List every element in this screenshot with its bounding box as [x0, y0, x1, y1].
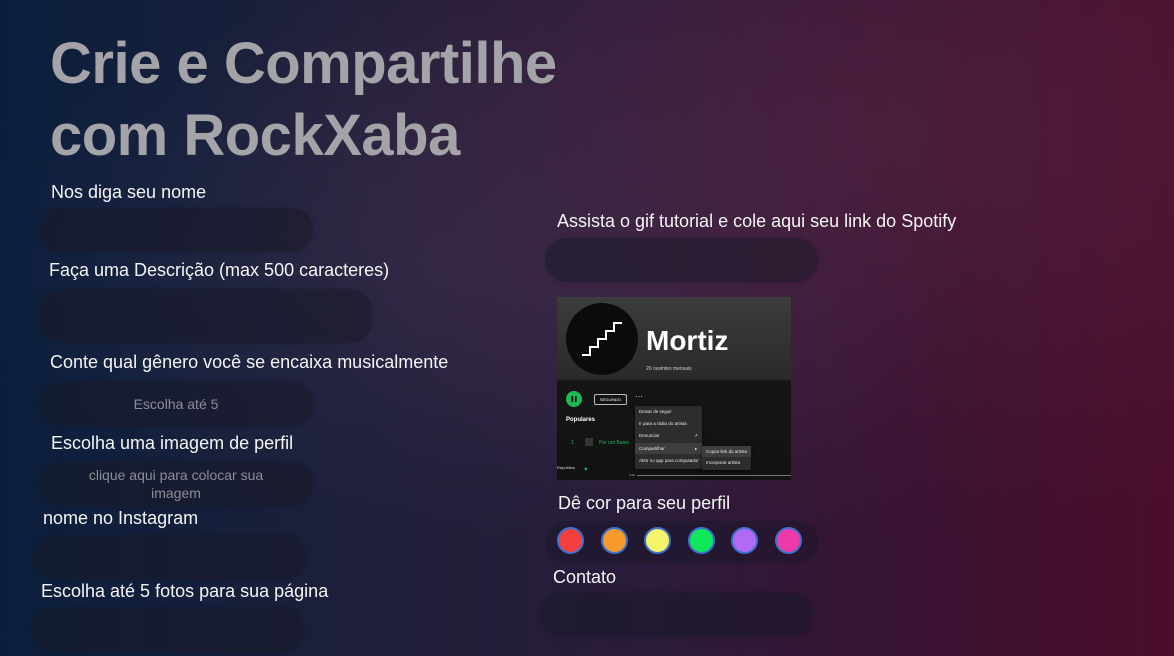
- name-input[interactable]: [50, 221, 302, 239]
- following-button: SEGUINDO: [594, 394, 627, 405]
- track-title: Por um Baixo: [599, 440, 630, 446]
- share-submenu: Copiar link do artista Incorporar artist…: [702, 446, 751, 470]
- artist-name: Mortiz: [646, 325, 729, 356]
- profile-image-upload[interactable]: clique aqui para colocar sua imagem: [39, 462, 313, 506]
- external-link-icon: ↗: [694, 433, 698, 438]
- more-options-icon: ···: [635, 392, 643, 401]
- hero-title-line-1: Crie e Compartilhe: [50, 31, 557, 96]
- spotify-label: Assista o gif tutorial e cole aqui seu l…: [557, 211, 957, 231]
- menu-item-unfollow: Deixar de seguir: [639, 409, 672, 414]
- progress-bar: [637, 475, 791, 476]
- contact-label: Contato: [553, 567, 617, 587]
- track-number: 1: [571, 440, 574, 446]
- context-menu: Deixar de seguir Ir para a rádio do arti…: [635, 406, 702, 469]
- playback-time: 0:00: [629, 473, 635, 477]
- spotify-tutorial-gif: Mortiz 20 ouvintes mensais SEGUINDO ··· …: [557, 297, 791, 480]
- color-swatch-purple[interactable]: [731, 527, 758, 554]
- hero-title: Crie e Compartilhe com RockXaba: [50, 28, 570, 172]
- color-swatch-orange[interactable]: [600, 527, 628, 554]
- description-input[interactable]: [52, 307, 358, 325]
- spotify-link-input[interactable]: [556, 251, 807, 269]
- hero-title-line-2: com RockXaba: [50, 103, 460, 168]
- color-swatch-yellow[interactable]: [644, 527, 671, 554]
- menu-item-report: Denunciar: [639, 433, 660, 438]
- stairs-icon: [582, 322, 622, 356]
- contact-input-wrapper[interactable]: [541, 593, 814, 637]
- pause-icon: [566, 391, 582, 407]
- album-name: República: [557, 465, 575, 470]
- profile-image-label: Escolha uma imagem de perfil: [51, 433, 294, 453]
- artist-avatar: [566, 303, 638, 375]
- track-cover: [585, 438, 593, 446]
- profile-image-placeholder: clique aqui para colocar sua imagem: [88, 467, 264, 501]
- genre-label: Conte qual gênero você se encaixa musica…: [50, 352, 449, 372]
- menu-item-radio: Ir para a rádio do artista: [639, 421, 687, 426]
- color-swatch-pink[interactable]: [774, 527, 802, 554]
- color-swatch-green[interactable]: [687, 527, 715, 554]
- menu-item-share: Compartilhar: [639, 446, 665, 451]
- monthly-listeners: 20 ouvintes mensais: [646, 366, 692, 372]
- color-swatch-red[interactable]: [557, 527, 584, 554]
- color-label: Dê cor para seu perfil: [558, 493, 731, 513]
- genre-select[interactable]: Escolha até 5: [39, 382, 313, 426]
- contact-input[interactable]: [552, 606, 803, 624]
- submenu-item-embed: Incorporar artista: [706, 460, 741, 465]
- color-swatches: [557, 527, 802, 554]
- menu-item-open-desktop: Abrir no app para computador: [639, 458, 699, 463]
- name-input-wrapper[interactable]: [39, 208, 313, 252]
- description-input-wrapper[interactable]: [38, 289, 372, 343]
- instagram-label: nome no Instagram: [43, 508, 199, 528]
- name-label: Nos diga seu nome: [51, 182, 207, 202]
- heart-icon: ♥: [584, 467, 588, 473]
- genre-placeholder: Escolha até 5: [133, 396, 219, 412]
- popular-heading: Populares: [566, 417, 596, 423]
- instagram-input[interactable]: [44, 548, 294, 566]
- spotify-link-input-wrapper[interactable]: [545, 238, 818, 282]
- photos-label: Escolha até 5 fotos para sua página: [41, 581, 329, 601]
- submenu-item-copy-link: Copiar link do artista: [706, 449, 748, 454]
- photos-upload[interactable]: [31, 608, 303, 652]
- submenu-arrow-icon: ▸: [695, 446, 698, 451]
- instagram-input-wrapper[interactable]: [33, 535, 305, 579]
- description-label: Faça uma Descrição (max 500 caracteres): [49, 260, 390, 280]
